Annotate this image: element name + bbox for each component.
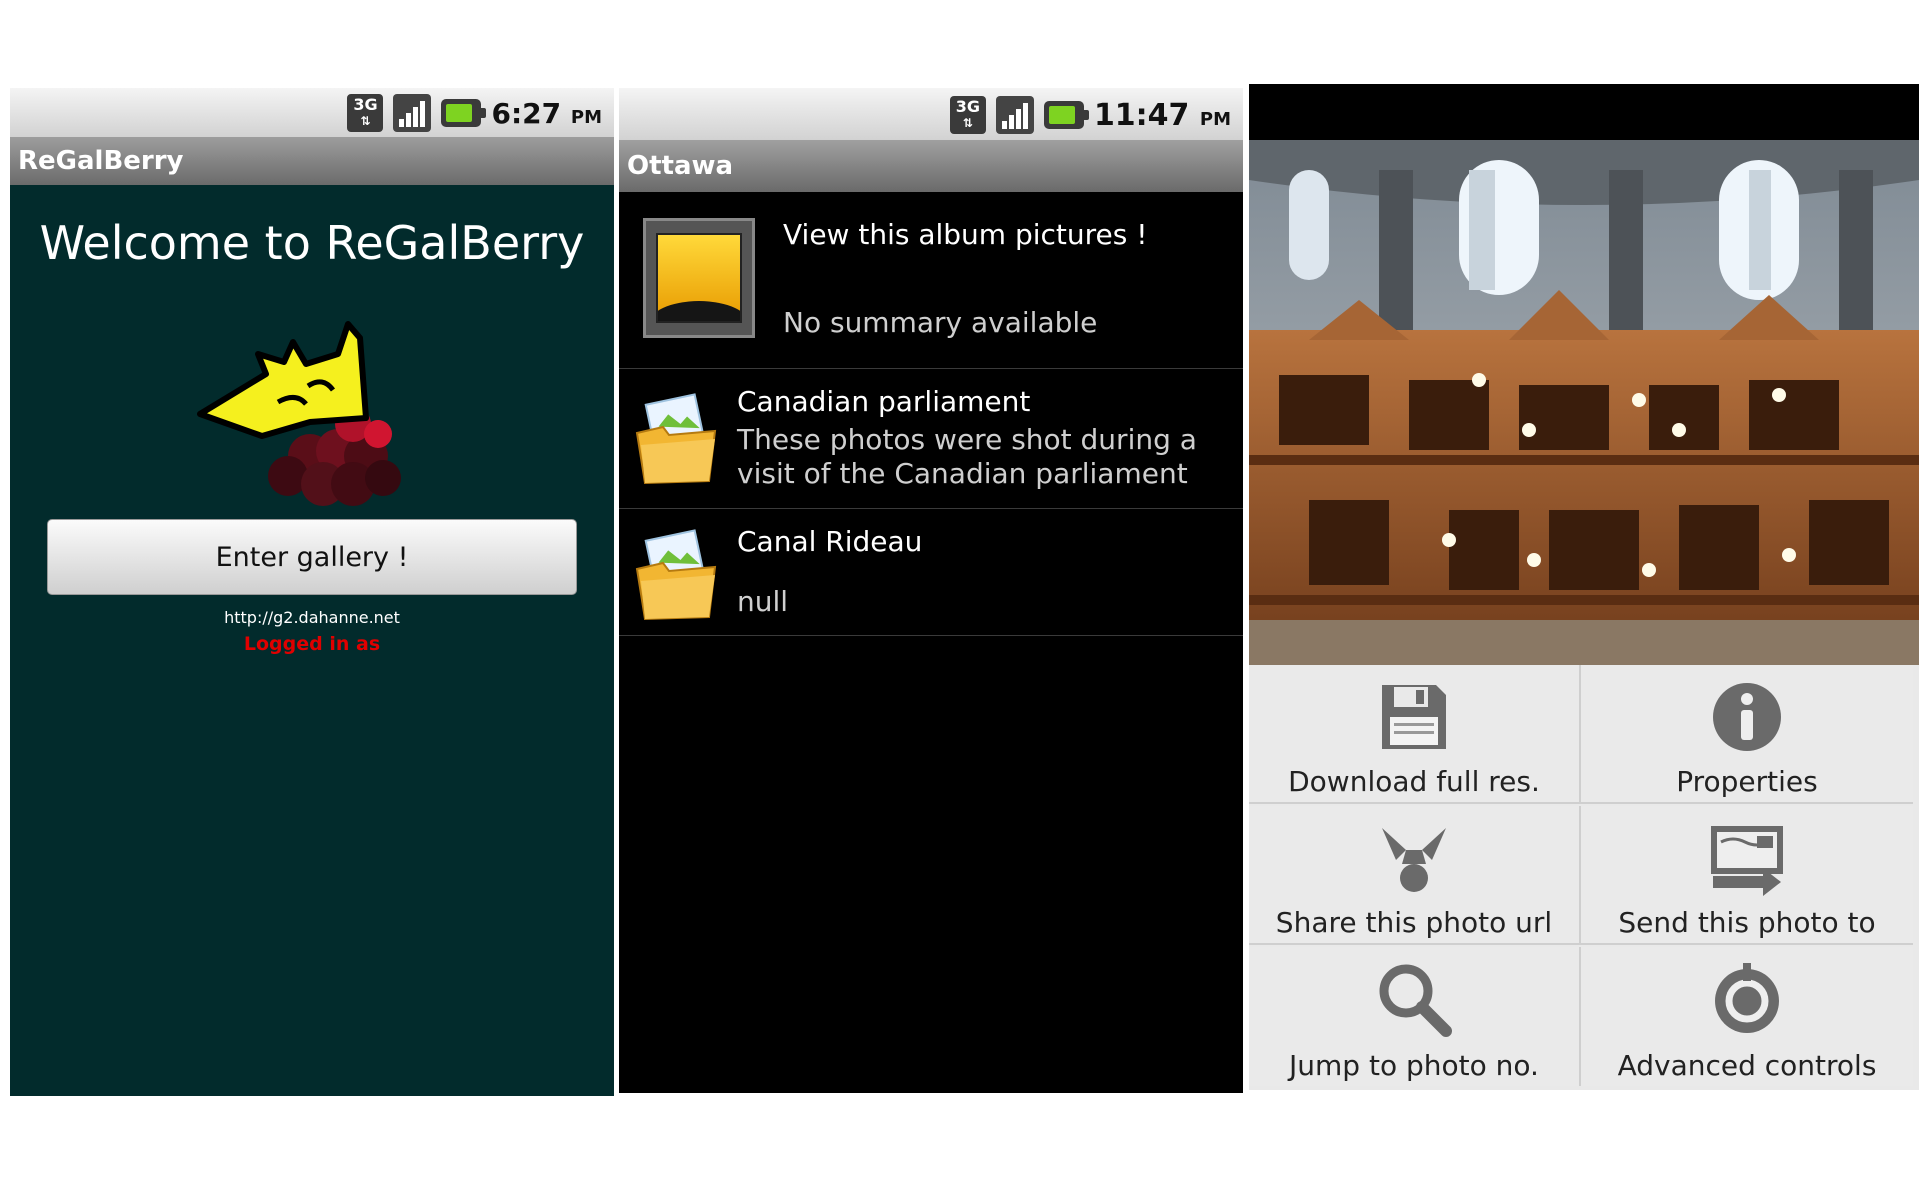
list-item[interactable]: Canadian parliament These photos were sh… [619, 369, 1243, 509]
library-photo[interactable] [1249, 140, 1919, 665]
album-title: Ottawa [619, 140, 1243, 192]
list-item[interactable]: View this album pictures ! No summary av… [619, 192, 1243, 369]
clock: 6:27 PM [491, 96, 602, 130]
app-title: ReGalBerry [10, 137, 614, 185]
properties-menu-item[interactable]: Properties [1581, 665, 1913, 804]
network-3g-icon: 3G ⇅ [347, 94, 384, 132]
folder-icon [635, 529, 717, 621]
menu-item-label: Share this photo url [1275, 906, 1553, 939]
jump-to-photo-menu-item[interactable]: Jump to photo no. [1249, 947, 1581, 1086]
menu-item-label: Jump to photo no. [1289, 1049, 1539, 1082]
enter-gallery-button[interactable]: Enter gallery ! [47, 519, 577, 595]
advanced-controls-menu-item[interactable]: Advanced controls [1581, 947, 1913, 1086]
download-full-res-menu-item[interactable]: Download full res. [1249, 665, 1581, 804]
login-status: Logged in as [243, 633, 381, 655]
signal-icon [393, 94, 432, 132]
network-3g-icon: 3G ⇅ [949, 96, 986, 134]
server-url: http://g2.dahanne.net [224, 608, 400, 627]
clock: 11:47 PM [1093, 97, 1231, 133]
floppy-icon [1382, 685, 1446, 749]
menu-item-label: Properties [1676, 765, 1818, 798]
menu-item-label: Send this photo to [1618, 906, 1876, 939]
search-icon [1379, 964, 1452, 1037]
share-icon [1382, 828, 1446, 892]
folder-icon [635, 393, 717, 485]
menu-item-label: Advanced controls [1617, 1049, 1877, 1082]
send-icon [1711, 826, 1783, 896]
battery-icon [441, 99, 487, 127]
welcome-heading: Welcome to ReGalBerry [39, 216, 585, 270]
status-bar: 3G ⇅ 6:27 PM [10, 88, 614, 137]
photo-view-screen: Download full res. Properties Share this… [1249, 84, 1919, 1090]
share-url-menu-item[interactable]: Share this photo url [1249, 806, 1581, 945]
picture-thumbnail-icon [643, 218, 755, 338]
info-icon [1713, 683, 1781, 751]
signal-icon [995, 96, 1034, 134]
list-item-title: View this album pictures ! [783, 218, 1148, 251]
list-item-subtitle: No summary available [783, 306, 1098, 339]
album-list-screen: 3G ⇅ 11:47 PM Ottawa View this album pict… [619, 88, 1243, 1093]
list-item-title: Canadian parliament [737, 385, 1031, 418]
list-item-subtitle: null [737, 585, 789, 618]
power-icon [1715, 963, 1779, 1033]
regalberry-logo-icon [197, 321, 401, 506]
options-menu: Download full res. Properties Share this… [1249, 665, 1919, 1090]
send-photo-menu-item[interactable]: Send this photo to [1581, 806, 1913, 945]
list-item-title: Canal Rideau [737, 525, 923, 558]
menu-item-label: Download full res. [1288, 765, 1540, 798]
list-item-subtitle: These photos were shot during a visit of… [737, 423, 1197, 490]
battery-icon [1043, 101, 1089, 129]
status-bar: 3G ⇅ 11:47 PM [619, 88, 1243, 140]
list-item[interactable]: Canal Rideau null [619, 509, 1243, 636]
regalberry-home-screen: 3G ⇅ 6:27 PM ReGalBerry Welcome to ReGalB… [10, 88, 614, 1096]
